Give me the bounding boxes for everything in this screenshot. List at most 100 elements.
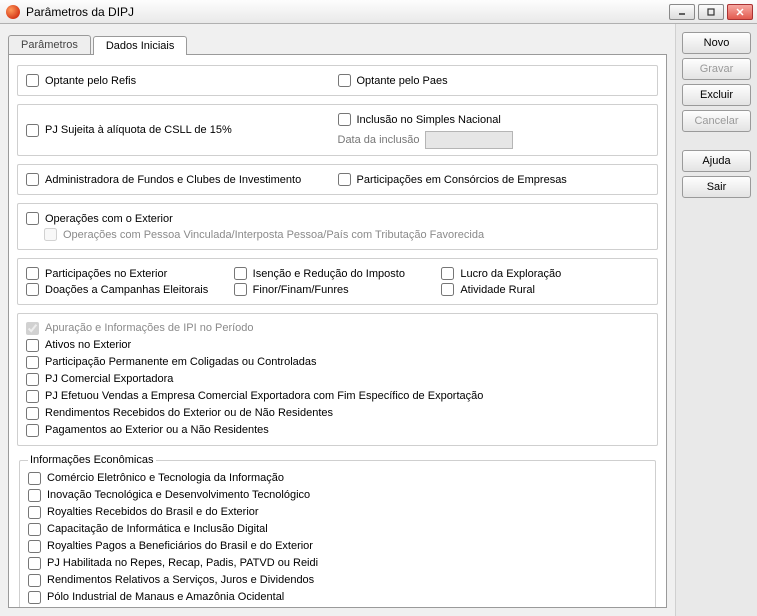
checkbox[interactable] xyxy=(28,472,41,485)
chk-pj-csll[interactable]: PJ Sujeita à alíquota de CSLL de 15% xyxy=(26,123,338,138)
chk-isencao-reducao[interactable]: Isenção e Redução do Imposto xyxy=(234,266,442,281)
checkbox[interactable] xyxy=(26,74,39,87)
checkbox[interactable] xyxy=(28,489,41,502)
chk-optante-refis[interactable]: Optante pelo Refis xyxy=(26,73,338,88)
chk-atividade-rural[interactable]: Atividade Rural xyxy=(441,282,649,297)
chk-doacoes-campanhas[interactable]: Doações a Campanhas Eleitorais xyxy=(26,282,234,297)
chk-admin-fundos[interactable]: Administradora de Fundos e Clubes de Inv… xyxy=(26,172,338,187)
chk-participacoes-exterior[interactable]: Participações no Exterior xyxy=(26,266,234,281)
group-admin-consorcios: Administradora de Fundos e Clubes de Inv… xyxy=(17,164,658,195)
checkbox[interactable] xyxy=(234,267,247,280)
chk-label: PJ Efetuou Vendas a Empresa Comercial Ex… xyxy=(45,389,483,404)
checkbox[interactable] xyxy=(26,339,39,352)
novo-button[interactable]: Novo xyxy=(682,32,751,54)
checkbox[interactable] xyxy=(28,506,41,519)
checkbox[interactable] xyxy=(26,424,39,437)
checkbox[interactable] xyxy=(28,523,41,536)
checkbox[interactable] xyxy=(28,574,41,587)
checkbox[interactable] xyxy=(338,113,351,126)
chk-label: Doações a Campanhas Eleitorais xyxy=(45,284,208,296)
chk-label: PJ Comercial Exportadora xyxy=(45,372,173,387)
spacer xyxy=(682,136,751,146)
excluir-button[interactable]: Excluir xyxy=(682,84,751,106)
checkbox[interactable] xyxy=(26,390,39,403)
checkbox[interactable] xyxy=(26,407,39,420)
chk-item[interactable]: Participação Permanente em Coligadas ou … xyxy=(26,354,649,371)
group-operacoes-exterior: Operações com o Exterior Operações com P… xyxy=(17,203,658,250)
chk-item[interactable]: Pagamentos ao Exterior ou a Não Resident… xyxy=(26,422,649,439)
chk-participacoes-consorcios[interactable]: Participações em Consórcios de Empresas xyxy=(338,172,650,187)
checkbox[interactable] xyxy=(26,173,39,186)
chk-operacoes-exterior[interactable]: Operações com o Exterior xyxy=(26,211,649,226)
checkbox[interactable] xyxy=(26,356,39,369)
chk-label: Administradora de Fundos e Clubes de Inv… xyxy=(45,174,301,186)
chk-item[interactable]: Capacitação de Informática e Inclusão Di… xyxy=(28,521,647,538)
chk-optante-paes[interactable]: Optante pelo Paes xyxy=(338,73,650,88)
checkbox[interactable] xyxy=(26,124,39,137)
close-icon xyxy=(735,7,745,17)
chk-label: Optante pelo Paes xyxy=(357,75,448,87)
chk-item[interactable]: Inovação Tecnológica e Desenvolvimento T… xyxy=(28,487,647,504)
chk-label: Rendimentos Recebidos do Exterior ou de … xyxy=(45,406,333,421)
chk-item[interactable]: Pagamentos ou Remessas a Título de Servi… xyxy=(28,606,647,608)
chk-label: PJ Sujeita à alíquota de CSLL de 15% xyxy=(45,124,232,136)
chk-item[interactable]: Rendimentos Relativos a Serviços, Juros … xyxy=(28,572,647,589)
maximize-button[interactable] xyxy=(698,4,724,20)
chk-label: Participação Permanente em Coligadas ou … xyxy=(45,355,317,370)
chk-label: Finor/Finam/Funres xyxy=(253,284,349,296)
checkbox[interactable] xyxy=(28,540,41,553)
sidebar: Novo Gravar Excluir Cancelar Ajuda Sair xyxy=(675,24,757,616)
tab-dados-iniciais[interactable]: Dados Iniciais xyxy=(93,36,187,55)
checkbox[interactable] xyxy=(28,591,41,604)
checkbox[interactable] xyxy=(26,373,39,386)
chk-item[interactable]: Rendimentos Recebidos do Exterior ou de … xyxy=(26,405,649,422)
maximize-icon xyxy=(706,7,716,17)
checkbox[interactable] xyxy=(441,267,454,280)
chk-item: Apuração e Informações de IPI no Período xyxy=(26,320,649,337)
chk-label: Apuração e Informações de IPI no Período xyxy=(45,321,254,336)
chk-item[interactable]: Comércio Eletrônico e Tecnologia da Info… xyxy=(28,470,647,487)
checkbox[interactable] xyxy=(26,212,39,225)
checkbox[interactable] xyxy=(28,557,41,570)
chk-lucro-exploracao[interactable]: Lucro da Exploração xyxy=(441,266,649,281)
chk-item[interactable]: PJ Efetuou Vendas a Empresa Comercial Ex… xyxy=(26,388,649,405)
chk-item[interactable]: PJ Habilitada no Repes, Recap, Padis, PA… xyxy=(28,555,647,572)
chk-operacoes-pessoa-vinculada: Operações com Pessoa Vinculada/Interpost… xyxy=(44,227,649,242)
checkbox[interactable] xyxy=(26,267,39,280)
ajuda-button[interactable]: Ajuda xyxy=(682,150,751,172)
checkbox[interactable] xyxy=(234,283,247,296)
chk-item[interactable]: PJ Comercial Exportadora xyxy=(26,371,649,388)
chk-label: Isenção e Redução do Imposto xyxy=(253,268,405,280)
input-data-inclusao xyxy=(425,131,513,149)
chk-label: Comércio Eletrônico e Tecnologia da Info… xyxy=(47,471,284,486)
chk-label: Inovação Tecnológica e Desenvolvimento T… xyxy=(47,488,310,503)
tab-panel-dados-iniciais: Optante pelo Refis Optante pelo Paes xyxy=(8,54,667,608)
group-optante: Optante pelo Refis Optante pelo Paes xyxy=(17,65,658,96)
chk-label: Royalties Pagos a Beneficiários do Brasi… xyxy=(47,539,313,554)
chk-item[interactable]: Royalties Recebidos do Brasil e do Exter… xyxy=(28,504,647,521)
checkbox[interactable] xyxy=(338,173,351,186)
chk-item[interactable]: Pólo Industrial de Manaus e Amazônia Oci… xyxy=(28,589,647,606)
group-informacoes-economicas: Informações Econômicas Comércio Eletrôni… xyxy=(19,454,656,608)
window-buttons xyxy=(669,4,753,20)
tab-parametros[interactable]: Parâmetros xyxy=(8,35,91,54)
checkbox[interactable] xyxy=(441,283,454,296)
sair-button[interactable]: Sair xyxy=(682,176,751,198)
main-panel: Parâmetros Dados Iniciais Optante pelo R… xyxy=(0,24,675,616)
chk-label: Operações com o Exterior xyxy=(45,213,173,225)
chk-label: Royalties Recebidos do Brasil e do Exter… xyxy=(47,505,259,520)
chk-label: Atividade Rural xyxy=(460,284,535,296)
chk-item[interactable]: Royalties Pagos a Beneficiários do Brasi… xyxy=(28,538,647,555)
close-button[interactable] xyxy=(727,4,753,20)
checkbox[interactable] xyxy=(26,283,39,296)
checkbox xyxy=(26,322,39,335)
minimize-button[interactable] xyxy=(669,4,695,20)
chk-item[interactable]: Ativos no Exterior xyxy=(26,337,649,354)
field-data-inclusao: Data da inclusão xyxy=(338,131,650,149)
chk-simples-nacional[interactable]: Inclusão no Simples Nacional xyxy=(338,112,650,127)
chk-label: Inclusão no Simples Nacional xyxy=(357,114,501,126)
group-title: Informações Econômicas xyxy=(28,454,156,466)
checkbox[interactable] xyxy=(338,74,351,87)
chk-finor-finam-funres[interactable]: Finor/Finam/Funres xyxy=(234,282,442,297)
app-icon xyxy=(6,5,20,19)
